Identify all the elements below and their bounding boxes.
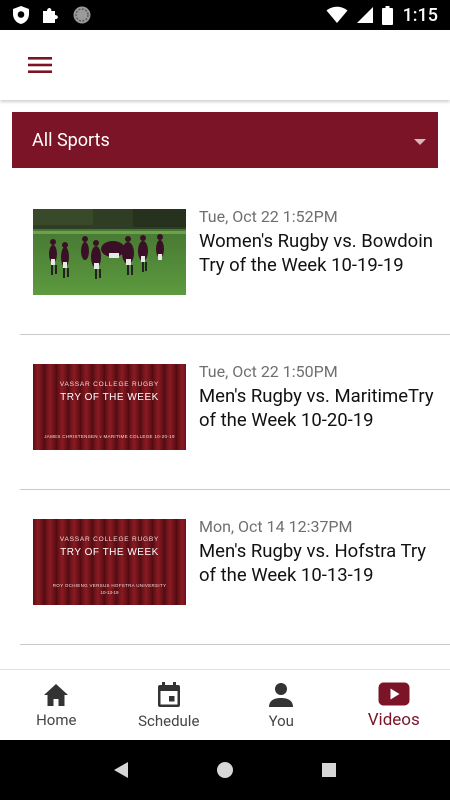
video-thumbnail: VASSAR COLLEGE RUGBY TRY OF THE WEEK ROY… bbox=[33, 519, 186, 605]
video-date: Tue, Oct 22 1:52PM bbox=[199, 207, 338, 226]
thumbnail-subtitle: VASSAR COLLEGE RUGBY bbox=[59, 536, 160, 543]
video-title: Men's Rugby vs. Hofstra Try of the Week … bbox=[199, 540, 427, 586]
app-bar bbox=[0, 30, 450, 100]
battery-icon bbox=[381, 5, 393, 25]
recents-square-icon bbox=[322, 763, 336, 777]
video-item[interactable]: VASSAR COLLEGE RUGBY TRY OF THE WEEK JAM… bbox=[0, 335, 450, 490]
status-bar: 1:15 bbox=[0, 0, 450, 30]
thumbnail-footer: JAMES CHRISTENSEN v MARITIME COLLEGE 10-… bbox=[44, 434, 175, 439]
signal-icon bbox=[356, 6, 374, 24]
video-title: Women's Rugby vs. Bowdoin Try of the Wee… bbox=[199, 230, 433, 276]
video-date: Tue, Oct 22 1:50PM bbox=[199, 362, 338, 381]
nav-videos[interactable]: Videos bbox=[338, 670, 450, 740]
thumbnail-footer: ROY OCHIENG VERSUS HOFSTRA UNIVERSITY bbox=[52, 583, 167, 588]
status-left-icons bbox=[12, 5, 92, 25]
person-icon bbox=[269, 683, 294, 707]
video-text: Tue, Oct 22 1:50PM Men's Rugby vs. Marit… bbox=[199, 362, 434, 432]
menu-button[interactable] bbox=[12, 37, 68, 93]
dropdown-arrow-icon bbox=[414, 139, 426, 145]
thumbnail-heading: TRY OF THE WEEK bbox=[60, 392, 159, 403]
video-item[interactable]: Tue, Oct 22 1:52PM Women's Rugby vs. Bow… bbox=[0, 180, 450, 335]
recents-button[interactable] bbox=[320, 761, 338, 779]
home-icon bbox=[44, 684, 69, 706]
nav-home-label: Home bbox=[36, 711, 77, 729]
calendar-icon bbox=[157, 682, 180, 707]
youtube-play-icon bbox=[378, 682, 410, 706]
thumbnail-subtitle: VASSAR COLLEGE RUGBY bbox=[59, 381, 160, 388]
bottom-nav: Home Schedule You Videos bbox=[0, 669, 450, 740]
video-thumbnail bbox=[33, 209, 186, 295]
home-circle-icon bbox=[217, 762, 233, 778]
circle-icon bbox=[72, 5, 92, 25]
screen: 1:15 All Sports Tue, Oct 22 1:52PM Women… bbox=[0, 0, 450, 800]
nav-you-label: You bbox=[268, 712, 294, 730]
back-triangle-icon bbox=[114, 762, 128, 778]
video-date: Mon, Oct 14 12:37PM bbox=[199, 517, 353, 536]
nav-videos-label: Videos bbox=[367, 710, 420, 730]
nav-schedule-label: Schedule bbox=[138, 712, 200, 730]
video-title: Men's Rugby vs. MaritimeTry of the Week … bbox=[199, 385, 434, 431]
home-button[interactable] bbox=[215, 760, 235, 780]
shield-icon bbox=[12, 5, 30, 25]
hamburger-menu-icon bbox=[28, 57, 52, 73]
thumbnail-heading: TRY OF THE WEEK bbox=[60, 547, 159, 558]
curtain-title-card: VASSAR COLLEGE RUGBY TRY OF THE WEEK JAM… bbox=[33, 364, 186, 450]
nav-schedule[interactable]: Schedule bbox=[113, 670, 226, 740]
back-button[interactable] bbox=[112, 760, 130, 780]
thumbnail-footer-date: 10-13-19 bbox=[100, 590, 119, 595]
video-item[interactable]: VASSAR COLLEGE RUGBY TRY OF THE WEEK ROY… bbox=[0, 490, 450, 645]
sport-filter-dropdown[interactable]: All Sports bbox=[12, 112, 438, 168]
nav-home[interactable]: Home bbox=[0, 670, 113, 740]
sport-filter-label: All Sports bbox=[32, 129, 110, 151]
puzzle-icon bbox=[40, 5, 62, 25]
video-text: Tue, Oct 22 1:52PM Women's Rugby vs. Bow… bbox=[199, 207, 434, 277]
nav-you[interactable]: You bbox=[225, 670, 338, 740]
system-nav-bar bbox=[0, 740, 450, 800]
video-text: Mon, Oct 14 12:37PM Men's Rugby vs. Hofs… bbox=[199, 517, 434, 587]
status-time: 1:15 bbox=[402, 4, 438, 26]
curtain-title-card: VASSAR COLLEGE RUGBY TRY OF THE WEEK ROY… bbox=[33, 519, 186, 605]
wifi-icon bbox=[326, 6, 348, 24]
rugby-field-photo bbox=[33, 209, 186, 295]
video-thumbnail: VASSAR COLLEGE RUGBY TRY OF THE WEEK JAM… bbox=[33, 364, 186, 450]
video-list: Tue, Oct 22 1:52PM Women's Rugby vs. Bow… bbox=[0, 180, 450, 645]
status-right-icons: 1:15 bbox=[326, 5, 438, 26]
